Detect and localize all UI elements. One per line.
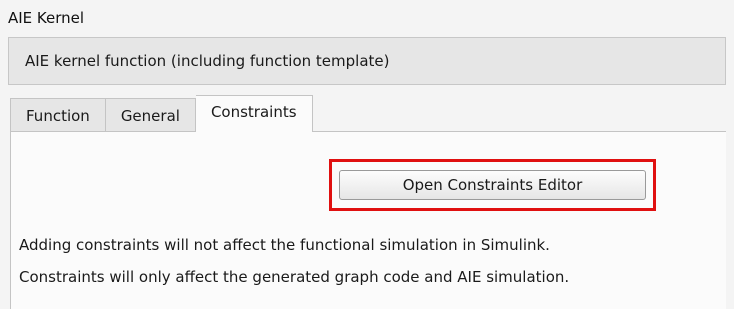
- constraints-panel: Open Constraints Editor Adding constrain…: [10, 131, 726, 309]
- tab-constraints[interactable]: Constraints: [195, 95, 313, 132]
- tab-general[interactable]: General: [105, 98, 196, 132]
- tab-bar: Function General Constraints: [10, 95, 313, 132]
- info-text-graph-code: Constraints will only affect the generat…: [19, 268, 570, 286]
- open-constraints-editor-button[interactable]: Open Constraints Editor: [339, 170, 646, 200]
- dialog-title: AIE Kernel: [8, 9, 85, 27]
- description-text: AIE kernel function (including function …: [25, 52, 390, 70]
- tab-function[interactable]: Function: [10, 98, 106, 132]
- description-box: AIE kernel function (including function …: [8, 37, 726, 85]
- info-text-simulation: Adding constraints will not affect the f…: [19, 236, 550, 254]
- highlight-frame: Open Constraints Editor: [329, 159, 656, 211]
